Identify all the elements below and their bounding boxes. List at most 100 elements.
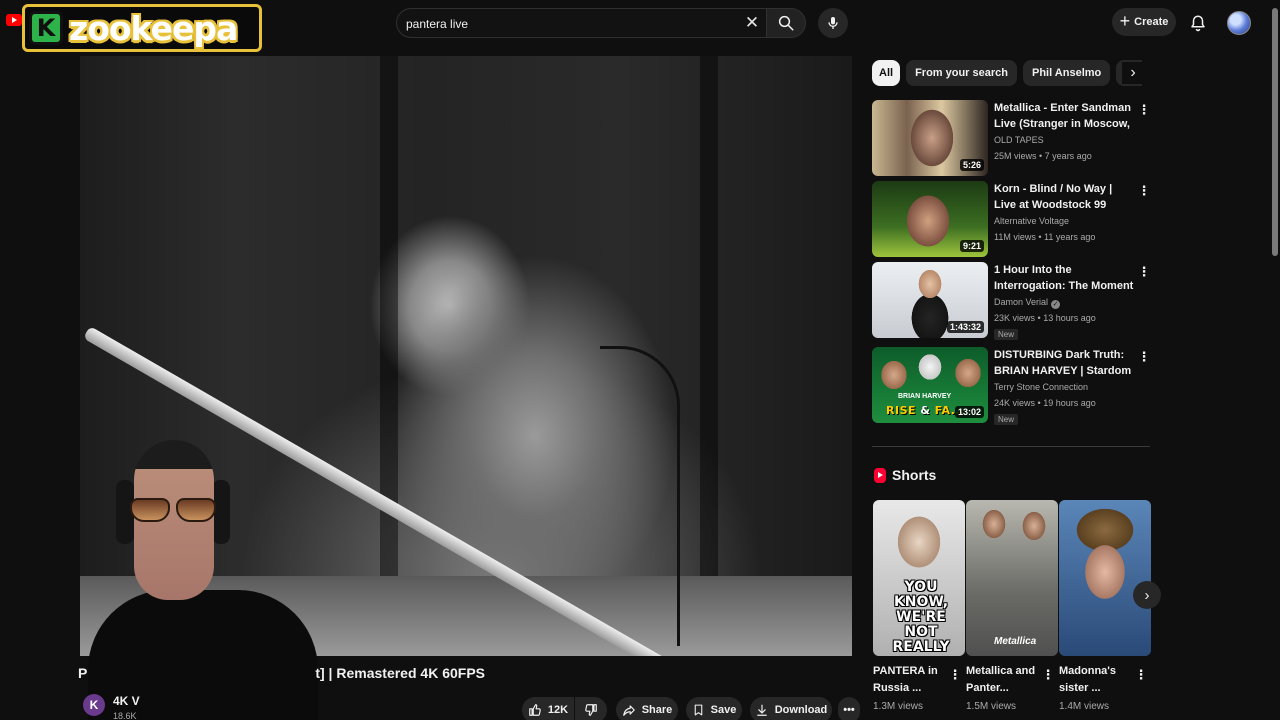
duration-badge: 5:26 [959, 159, 984, 171]
recommendation-channel[interactable]: Terry Stone Connection [994, 382, 1088, 392]
recommendation-channel[interactable]: Damon Verial ✓ [994, 297, 1061, 309]
chips-next-button[interactable]: › [1122, 62, 1144, 84]
video-title: Pt] | Remastered 4K 60FPS [78, 665, 498, 687]
filter-chips: AllFrom your searchPhil AnselmoAlter [872, 60, 1142, 86]
recommendation-item[interactable]: 9:21 Korn - Blind / No Way | Live at Woo… [872, 181, 1152, 259]
recommendation-meta: 24K views • 19 hours ago [994, 398, 1096, 408]
shorts-next-button[interactable]: › [1133, 581, 1161, 609]
mic-icon [828, 17, 838, 29]
sunglasses [130, 498, 216, 522]
zookeepa-wordmark: zookeepa [69, 8, 238, 48]
vertical-dots-icon[interactable]: ⋮ [1138, 102, 1151, 118]
channel-name[interactable]: 4K V [113, 694, 140, 708]
stage-pillar [380, 56, 398, 656]
short-thumbnail-caption: YOU KNOW, WE'RE NOT REALLY [892, 579, 950, 655]
short-views: 1.4M views [1059, 701, 1110, 712]
video-thumbnail[interactable]: 5:26 [872, 100, 988, 176]
recommendation-title[interactable]: Metallica - Enter Sandman Live (Stranger… [994, 100, 1136, 132]
create-button[interactable]: + Create [1112, 8, 1176, 36]
save-label: Save [710, 704, 737, 716]
mic-cable [600, 346, 680, 646]
thumbnail-caption: BRIAN HARVEY [898, 393, 952, 400]
page-scrollbar-thumb[interactable] [1272, 8, 1278, 256]
recommendation-channel[interactable]: Alternative Voltage [994, 216, 1069, 226]
view-count: 24K views [994, 398, 1036, 408]
duration-badge: 1:43:32 [946, 321, 984, 333]
stage-pillar [700, 56, 718, 656]
upload-age: 11 years ago [1044, 232, 1096, 242]
clear-search-button[interactable]: ✕ [740, 12, 764, 34]
upload-age: 19 hours ago [1043, 398, 1096, 408]
chip-phil-anselmo[interactable]: Phil Anselmo [1022, 60, 1111, 86]
thumbnail-headline: RISE & FA... [886, 405, 965, 417]
vertical-dots-icon[interactable]: ⋮ [1135, 666, 1148, 684]
recommendation-meta: 11M views • 11 years ago [994, 232, 1096, 242]
vertical-dots-icon[interactable]: ⋮ [1042, 666, 1055, 684]
search-icon [778, 15, 794, 31]
thumbnail-amp: & [916, 404, 935, 417]
share-button[interactable]: Share [616, 697, 678, 720]
download-button[interactable]: Download [750, 697, 832, 720]
download-label: Download [774, 704, 828, 716]
recommendation-channel[interactable]: OLD TAPES [994, 135, 1044, 145]
recommendation-title[interactable]: DISTURBING Dark Truth: BRIAN HARVEY | St… [994, 347, 1136, 379]
verified-check-icon: ✓ [1051, 300, 1061, 309]
recommendation-title[interactable]: Korn - Blind / No Way | Live at Woodstoc… [994, 181, 1136, 213]
search-button[interactable] [766, 8, 806, 38]
chip-from-your-search[interactable]: From your search [906, 60, 1017, 86]
chip-all[interactable]: All [872, 60, 901, 86]
vertical-dots-icon[interactable]: ⋮ [1138, 183, 1151, 199]
like-button[interactable]: 12K [522, 697, 574, 720]
short-views: 1.5M views [966, 701, 1017, 712]
short-title[interactable]: PANTERA in Russia ... [873, 663, 949, 697]
share-arrow-icon [622, 705, 635, 716]
notifications-button[interactable] [1186, 11, 1210, 35]
video-thumbnail[interactable]: BRIAN HARVEY RISE & FA... 13:02 [872, 347, 988, 423]
recommendation-item[interactable]: BRIAN HARVEY RISE & FA... 13:02 DISTURBI… [872, 347, 1152, 425]
zookeepa-k-icon: K [29, 11, 63, 45]
new-badge: New [994, 414, 1019, 425]
short-title[interactable]: Metallica and Panter... [966, 663, 1042, 697]
channel-avatar[interactable]: K [83, 694, 105, 716]
plus-icon: + [1119, 10, 1131, 31]
youtube-logo-icon[interactable] [6, 14, 22, 26]
share-label: Share [641, 704, 673, 716]
new-badge: New [994, 329, 1019, 340]
channel-name-text: Damon Verial [994, 297, 1049, 307]
short-thumbnail-caption: Metallica [994, 636, 1037, 647]
account-avatar[interactable] [1227, 11, 1251, 35]
view-count: 11M views [994, 232, 1036, 242]
short-title[interactable]: Madonna's sister ... [1059, 663, 1135, 697]
search-input[interactable] [406, 13, 736, 35]
vertical-dots-icon[interactable]: ⋮ [1138, 349, 1151, 365]
short-thumbnail[interactable]: Metallica [966, 500, 1058, 656]
shorts-logo-icon [874, 467, 886, 483]
view-count: 25M views [994, 151, 1037, 161]
voice-search-button[interactable] [818, 8, 848, 38]
save-button[interactable]: Save [686, 697, 742, 720]
recommendation-title[interactable]: 1 Hour Into the Interrogation: The Momen… [994, 262, 1136, 294]
shorts-title: Shorts [892, 467, 937, 483]
download-icon [757, 704, 767, 716]
top-bar: K zookeepa ✕ + Create [0, 0, 1280, 52]
recommendation-item[interactable]: 5:26 Metallica - Enter Sandman Live (Str… [872, 100, 1152, 178]
vertical-dots-icon[interactable]: ⋮ [1138, 264, 1151, 280]
thumbnail-rise: RISE [886, 404, 916, 417]
thumbs-down-icon [585, 704, 597, 716]
recommendation-item[interactable]: 1:43:32 1 Hour Into the Interrogation: T… [872, 262, 1152, 340]
dislike-button[interactable] [575, 697, 607, 720]
video-title-start: P [78, 665, 88, 681]
section-divider [872, 446, 1150, 447]
zookeepa-overlay-logo: K zookeepa [22, 4, 262, 52]
more-actions-button[interactable]: ••• [838, 697, 860, 720]
video-thumbnail[interactable]: 1:43:32 [872, 262, 988, 338]
video-thumbnail[interactable]: 9:21 [872, 181, 988, 257]
recommendation-meta: 25M views • 7 years ago [994, 151, 1092, 161]
chevron-right-icon: › [1144, 586, 1150, 604]
short-thumbnail[interactable] [1059, 500, 1151, 656]
short-thumbnail[interactable]: YOU KNOW, WE'RE NOT REALLY [873, 500, 965, 656]
bell-icon [1191, 15, 1205, 32]
vertical-dots-icon[interactable]: ⋮ [949, 666, 962, 684]
upload-age: 7 years ago [1044, 151, 1092, 161]
more-horizontal-icon: ••• [843, 704, 855, 716]
